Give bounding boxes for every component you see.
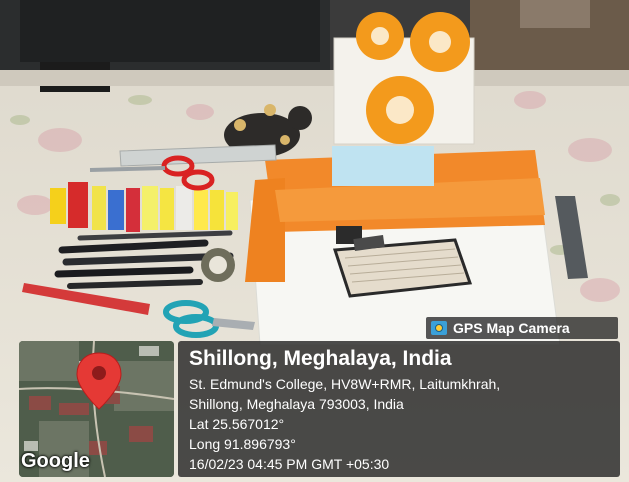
datetime-text: 16/02/23 04:45 PM GMT +05:30 bbox=[189, 456, 390, 472]
address-line-2: Shillong, Meghalaya 793003, India bbox=[189, 396, 404, 412]
google-logo: Google bbox=[21, 450, 90, 472]
map-thumbnail: Google bbox=[19, 341, 174, 477]
app-label: GPS Map Camera bbox=[453, 320, 570, 336]
location-title: Shillong, Meghalaya, India bbox=[189, 347, 452, 370]
address-line-1: St. Edmund's College, HV8W+RMR, Laitumkh… bbox=[189, 376, 501, 392]
latitude-text: Lat 25.567012° bbox=[189, 416, 285, 432]
photo-frame: GPS Map Camera Google Shillong, Meghalay… bbox=[0, 0, 629, 482]
camera-icon bbox=[431, 321, 447, 335]
location-info-panel: Shillong, Meghalaya, India St. Edmund's … bbox=[178, 341, 620, 477]
gps-map-camera-badge: GPS Map Camera bbox=[426, 317, 618, 339]
longitude-text: Long 91.896793° bbox=[189, 436, 296, 452]
